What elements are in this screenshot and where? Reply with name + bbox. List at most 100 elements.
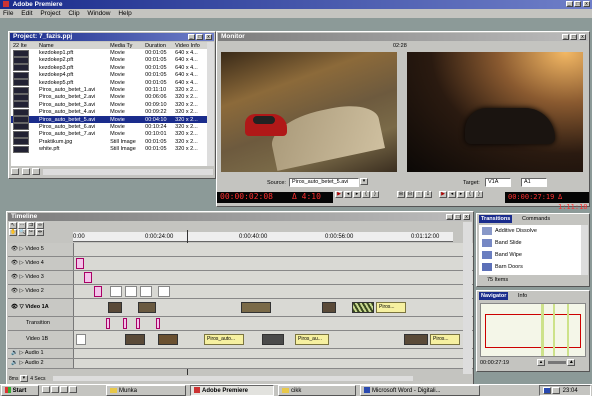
insert-icon[interactable]: ⊞ <box>397 191 405 198</box>
track-options-icon[interactable]: ▾ <box>19 375 28 383</box>
clip[interactable] <box>241 302 271 313</box>
table-row[interactable]: kezdokep2.pft Movie 00:01:05 640 x 4... <box>11 56 207 64</box>
menu-file[interactable]: File <box>3 10 13 17</box>
play-icon[interactable]: ▶ <box>439 191 447 198</box>
table-row[interactable]: kezdokep1.pft Movie 00:01:05 640 x 4... <box>11 49 207 57</box>
link-icon[interactable]: ∞ <box>36 222 44 229</box>
clip[interactable]: Piros... <box>376 302 406 313</box>
source-select[interactable]: Piros_auto_betet_5.avi <box>289 178 359 187</box>
target-video-select[interactable]: V1A <box>485 178 511 187</box>
project-horizontal-scrollbar[interactable] <box>43 168 214 175</box>
transition-marker[interactable] <box>123 318 127 329</box>
task-word[interactable]: Microsoft Word - Digitali... <box>360 385 480 396</box>
table-row[interactable]: Piros_auto_betet_4.avi Movie 00:09:22 320 x… <box>11 108 207 116</box>
table-row[interactable]: Praktikum.jpg Still Image 00:01:05 320 x 2.… <box>11 138 207 146</box>
close-icon[interactable]: x <box>579 34 586 40</box>
clip[interactable] <box>262 334 284 345</box>
overlay-icon[interactable]: ⊟ <box>406 191 414 198</box>
timeline-vertical-scrollbar[interactable] <box>463 222 472 374</box>
task-cikk[interactable]: cikk <box>278 385 356 396</box>
step-back-icon[interactable]: ◂ <box>344 191 352 198</box>
project-vertical-scrollbar[interactable] <box>207 42 214 166</box>
delete-icon[interactable] <box>32 168 41 175</box>
mark-out-icon[interactable]: } <box>371 191 379 198</box>
step-forward-icon[interactable]: ▸ <box>457 191 465 198</box>
edge-tool-icon[interactable]: ⇹ <box>36 229 44 237</box>
zoom-slider[interactable] <box>547 361 566 364</box>
tab-info[interactable]: Info <box>518 292 527 300</box>
clip[interactable] <box>125 286 137 297</box>
table-row[interactable]: Piros_auto_betet_7.avi Movie 00:10:01 320 x… <box>11 130 207 138</box>
clip[interactable] <box>110 286 122 297</box>
menu-window[interactable]: Window <box>87 10 110 17</box>
list-item[interactable]: Additive Dissolve <box>479 225 581 237</box>
menu-edit[interactable]: Edit <box>21 10 32 17</box>
mail-icon[interactable] <box>60 386 68 393</box>
clip[interactable] <box>76 334 86 345</box>
navigator-preview[interactable] <box>480 303 586 357</box>
timeline-horizontal-scrollbar[interactable] <box>52 376 413 382</box>
menu-clip[interactable]: Clip <box>68 10 79 17</box>
multitrack-icon[interactable]: ⇉ <box>27 222 35 229</box>
clip[interactable] <box>158 334 178 345</box>
mark-in-icon[interactable]: { <box>466 191 474 198</box>
chevron-down-icon[interactable]: ▾ <box>360 178 369 185</box>
language-icon[interactable] <box>543 386 551 394</box>
list-item[interactable]: Band Wipe <box>479 249 581 261</box>
clip[interactable] <box>138 302 156 313</box>
clip[interactable] <box>322 302 336 313</box>
mark-out-icon[interactable]: } <box>475 191 483 198</box>
step-forward-icon[interactable]: ▸ <box>353 191 361 198</box>
zoom-in-icon[interactable]: ▲ <box>567 359 576 366</box>
column-media-type[interactable]: Media Ty <box>108 42 143 49</box>
range-select-icon[interactable]: ⋯ <box>18 222 26 229</box>
close-icon[interactable]: x <box>583 1 590 7</box>
tab-navigator[interactable]: Navigator <box>479 292 509 300</box>
clip[interactable] <box>84 272 92 283</box>
clip[interactable] <box>108 302 122 313</box>
transition-marker[interactable] <box>106 318 110 329</box>
zoom-tool-icon[interactable]: 🔍 <box>18 229 26 237</box>
maximize-icon[interactable]: □ <box>574 1 582 7</box>
maximize-icon[interactable]: □ <box>570 34 578 40</box>
table-row[interactable]: Piros_auto_betet_5.avi Movie 00:04:10 320 x… <box>11 115 207 124</box>
step-back-icon[interactable]: ◂ <box>448 191 456 198</box>
table-row[interactable]: Piros_auto_betet_3.avi Movie 00:09:10 320 x… <box>11 101 207 109</box>
table-row[interactable]: Piros_auto_betet_2.avi Movie 00:06:06 320 x… <box>11 93 207 101</box>
time-ruler[interactable]: 0:00 0:00:24:00 0:00:40:00 0:00:56:00 0:… <box>73 232 453 242</box>
channels-icon[interactable] <box>69 386 77 393</box>
table-row[interactable]: Piros_auto_betet_1.avi Movie 00:11:10 320 x… <box>11 86 207 94</box>
clip[interactable]: Piros_au... <box>295 334 329 345</box>
list-item[interactable]: Band Slide <box>479 237 581 249</box>
clip[interactable] <box>125 334 145 345</box>
target-audio-select[interactable]: A1 <box>521 178 547 187</box>
minimize-icon[interactable]: _ <box>561 34 569 40</box>
mark-in-icon[interactable]: { <box>362 191 370 198</box>
task-adobe-premiere[interactable]: Adobe Premiere <box>190 385 274 396</box>
razor-tool-icon[interactable]: ✂ <box>27 229 35 237</box>
table-row[interactable]: kezdokep5.pft Movie 00:01:05 640 x 4... <box>11 79 207 87</box>
column-duration[interactable]: Duration <box>143 42 173 49</box>
close-icon[interactable]: x <box>205 34 212 40</box>
maximize-icon[interactable]: □ <box>196 34 204 40</box>
start-button[interactable]: Start <box>1 385 39 396</box>
transitions-scrollbar[interactable] <box>581 225 588 275</box>
new-bin-icon[interactable] <box>21 168 30 175</box>
transition-marker[interactable] <box>156 318 160 329</box>
menu-help[interactable]: Help <box>118 10 131 17</box>
clip[interactable]: Piros... <box>430 334 460 345</box>
volume-icon[interactable] <box>552 386 560 394</box>
clip[interactable] <box>158 286 170 297</box>
clip[interactable] <box>352 302 374 313</box>
tab-transitions[interactable]: Transitions <box>479 215 513 223</box>
hand-tool-icon[interactable]: ✋ <box>9 229 17 237</box>
selection-tool-icon[interactable]: ↖ <box>9 222 17 229</box>
table-row[interactable]: kezdokep3.pft Movie 00:01:05 640 x 4... <box>11 64 207 72</box>
close-icon[interactable]: x <box>463 214 470 220</box>
column-video-info[interactable]: Video Info <box>173 42 207 49</box>
minimize-icon[interactable]: _ <box>187 34 195 40</box>
play-icon[interactable]: ▶ <box>335 191 343 198</box>
bin-view-icon[interactable] <box>11 168 19 175</box>
clip[interactable] <box>94 286 102 297</box>
tab-commands[interactable]: Commands <box>522 215 550 223</box>
